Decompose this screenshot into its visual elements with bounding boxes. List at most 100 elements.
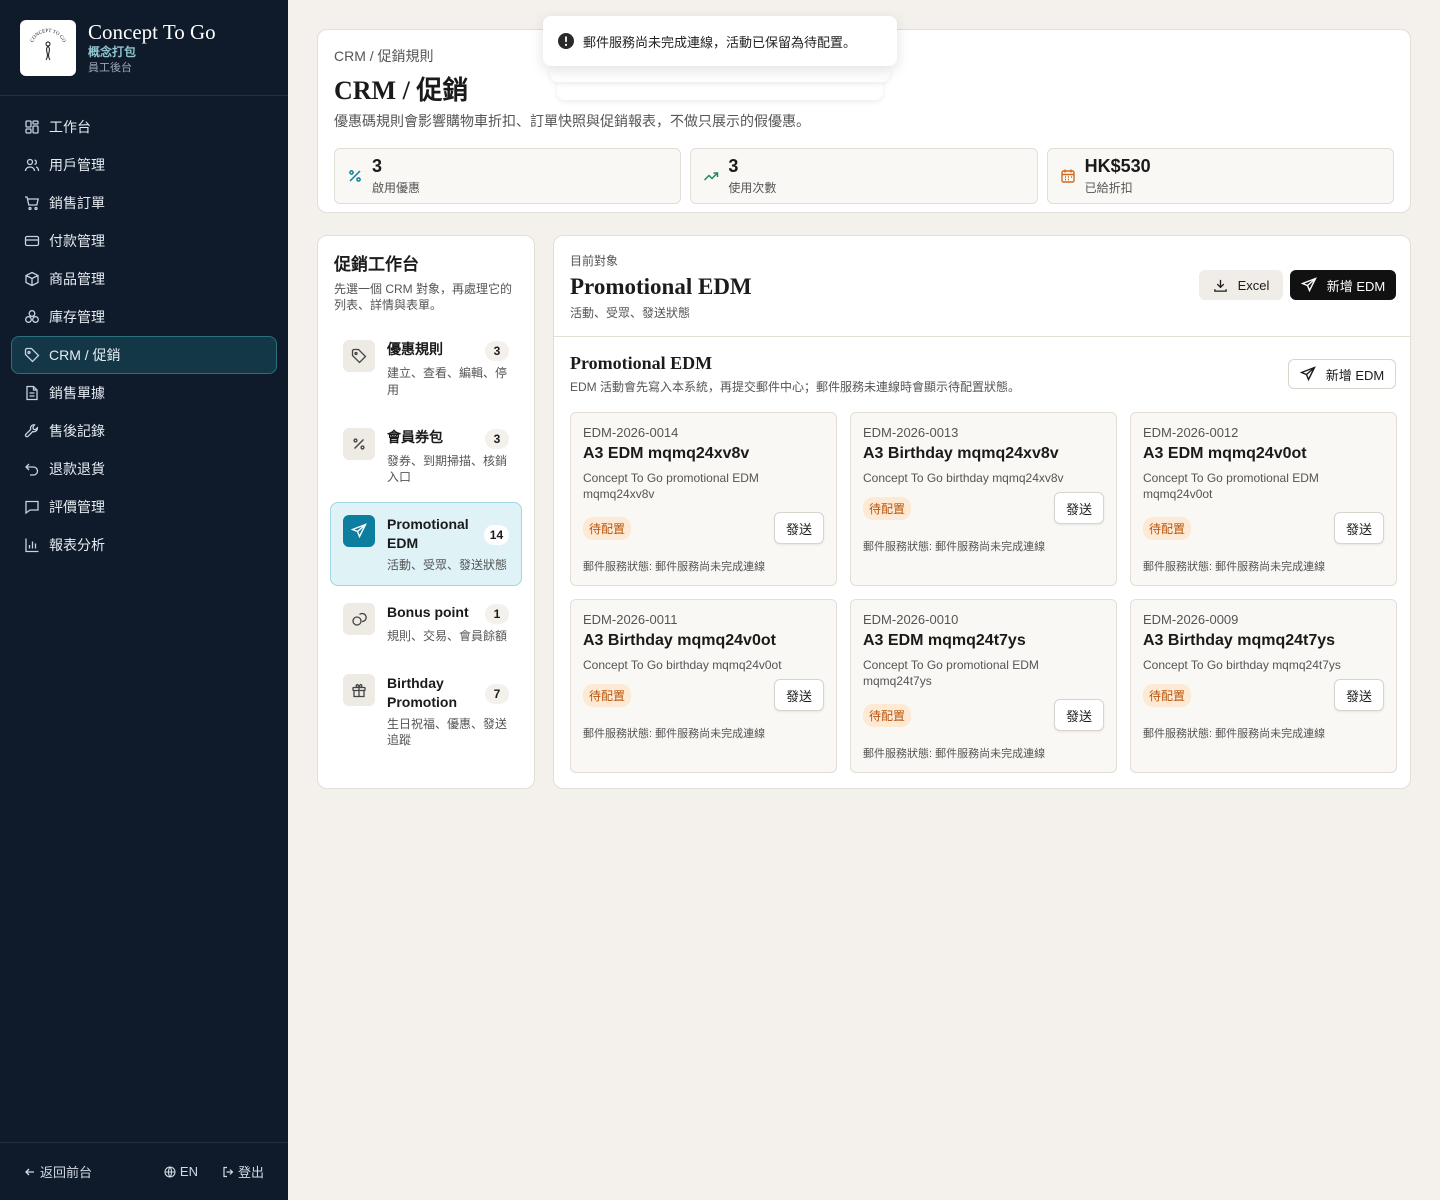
crm-object-bonus-point[interactable]: Bonus point 1 規則、交易、會員餘額 (330, 590, 522, 657)
crm-object-birthday-promotion[interactable]: Birthday Promotion 7 生日祝福、優惠、發送追蹤 (330, 661, 522, 761)
edm-card[interactable]: EDM-2026-0009 A3 Birthday mqmq24t7ys Con… (1130, 599, 1397, 773)
nav-item-sales-documents[interactable]: 銷售單據 (11, 374, 277, 412)
add-edm-label: 新增 EDM (1325, 367, 1385, 383)
add-edm-label: 新增 EDM (1326, 278, 1386, 294)
users-icon (24, 158, 40, 172)
crm-object-promotional-edm[interactable]: Promotional EDM 14 活動、受眾、發送狀態 (330, 502, 522, 587)
crm-object-name: Birthday Promotion (387, 675, 457, 711)
section-description: EDM 活動會先寫入本系統，再提交郵件中心；郵件服務未連線時會顯示待配置狀態。 (570, 380, 1021, 394)
toast-message: 郵件服務尚未完成連線，活動已保留為待配置。 (583, 34, 857, 50)
boxes-icon (25, 310, 39, 323)
brand-name: Concept To Go (88, 20, 216, 45)
logout-button[interactable]: 登出 (222, 1162, 264, 1181)
back-to-storefront-link[interactable]: 返回前台 (24, 1162, 164, 1181)
stat-value: 3 (372, 156, 383, 177)
status-badge: 待配置 (863, 703, 912, 727)
nav-item-crm-promotions[interactable]: CRM / 促銷 (11, 336, 277, 374)
crm-object-coupon-rules[interactable]: 優惠規則 3 建立、查看、編輯、停用 (330, 327, 522, 410)
stat-value: 3 (728, 156, 739, 177)
alert-circle-icon (558, 33, 574, 49)
sidebar-footer: 返回前台 EN 登出 (0, 1142, 288, 1200)
nav-item-reviews[interactable]: 評價管理 (11, 488, 277, 526)
edm-card[interactable]: EDM-2026-0013 A3 Birthday mqmq24xv8v Con… (850, 412, 1117, 586)
cart-icon (25, 196, 40, 211)
nav-item-after-sales[interactable]: 售後記錄 (11, 412, 277, 450)
send-button[interactable]: 發送 (1054, 699, 1104, 732)
percent-icon (343, 427, 375, 460)
nav-item-products[interactable]: 商品管理 (11, 260, 277, 298)
brand-logo[interactable]: CONCEPT TO GO (20, 19, 76, 76)
edm-panel: 目前對象 Promotional EDM 活動、受眾、發送狀態 Excel 新增… (553, 235, 1411, 789)
crm-object-subtitle: 活動、受眾、發送狀態 (387, 557, 508, 572)
nav-item-users[interactable]: 用戶管理 (11, 146, 277, 184)
crm-object-name: Bonus point (387, 604, 469, 621)
nav-item-label: 付款管理 (49, 233, 105, 249)
export-excel-button[interactable]: Excel (1199, 270, 1283, 300)
edm-description: Concept To Go birthday mqmq24xv8v (863, 471, 1064, 485)
logout-icon (223, 1166, 234, 1177)
send-icon (1299, 366, 1316, 382)
box-icon (25, 271, 39, 287)
coins-icon (343, 603, 375, 636)
send-button[interactable]: 發送 (774, 679, 824, 712)
edm-card[interactable]: EDM-2026-0011 A3 Birthday mqmq24v0ot Con… (570, 599, 837, 773)
tag-icon (343, 340, 375, 373)
nav-item-label: 工作台 (49, 119, 91, 135)
edm-card[interactable]: EDM-2026-0012 A3 EDM mqmq24v0ot Concept … (1130, 412, 1397, 586)
crm-object-count: 3 (485, 341, 509, 362)
edm-title: A3 EDM mqmq24t7ys (863, 632, 1026, 649)
crm-object-count: 7 (485, 684, 509, 705)
status-badge: 待配置 (583, 683, 632, 707)
crm-object-name: Promotional EDM (387, 516, 469, 552)
mail-service-status: 郵件服務狀態: 郵件服務尚未完成連線 (583, 561, 766, 574)
nav-item-label: 銷售單據 (49, 385, 105, 401)
mail-service-status: 郵件服務狀態: 郵件服務尚未完成連線 (1143, 728, 1326, 741)
workbench-description: 先選一個 CRM 對象，再處理它的列表、詳情與表單。 (334, 282, 512, 313)
globe-icon (164, 1165, 176, 1178)
nav-item-label: 報表分析 (49, 537, 105, 553)
add-edm-primary-button[interactable]: 新增 EDM (1290, 270, 1396, 300)
send-button[interactable]: 發送 (1334, 512, 1384, 545)
language-toggle[interactable]: EN (164, 1164, 198, 1179)
send-button[interactable]: 發送 (1054, 492, 1104, 525)
nav-item-inventory[interactable]: 庫存管理 (11, 298, 277, 336)
nav-item-payments[interactable]: 付款管理 (11, 222, 277, 260)
edm-id: EDM-2026-0010 (863, 612, 959, 627)
edm-description: Concept To Go promotional EDM mqmq24v0ot (1143, 471, 1319, 502)
document-icon (26, 385, 38, 401)
nav-item-dashboard[interactable]: 工作台 (11, 108, 277, 146)
gift-icon (343, 674, 375, 707)
edm-id: EDM-2026-0011 (583, 612, 678, 627)
edm-card-grid: EDM-2026-0014 A3 EDM mqmq24xv8v Concept … (570, 412, 1397, 773)
nav-item-refunds[interactable]: 退款退貨 (11, 450, 277, 488)
current-target-kicker: 目前對象 (570, 254, 619, 268)
nav-item-reports[interactable]: 報表分析 (11, 526, 277, 564)
page-description: 優惠碼規則會影響購物車折扣、訂單快照與促銷報表，不做只展示的假優惠。 (334, 113, 810, 129)
crm-object-member-coupons[interactable]: 會員券包 3 發券、到期掃描、核銷入口 (330, 415, 522, 498)
language-label: EN (179, 1164, 198, 1179)
edm-id: EDM-2026-0014 (583, 425, 679, 440)
promotion-workbench: 促銷工作台 先選一個 CRM 對象，再處理它的列表、詳情與表單。 優惠規則 3 建… (317, 235, 535, 789)
nav-item-label: 用戶管理 (49, 157, 105, 173)
edm-id: EDM-2026-0009 (1143, 612, 1239, 627)
edm-card[interactable]: EDM-2026-0014 A3 EDM mqmq24xv8v Concept … (570, 412, 837, 586)
stat-value: HK$530 (1084, 156, 1151, 177)
crm-object-list: 優惠規則 3 建立、查看、編輯、停用 會員券包 3 發券、到期掃描、核銷入口 Pro… (330, 327, 522, 761)
workbench-title: 促銷工作台 (334, 255, 419, 274)
edm-id: EDM-2026-0012 (1143, 425, 1239, 440)
edm-card[interactable]: EDM-2026-0010 A3 EDM mqmq24t7ys Concept … (850, 599, 1117, 773)
add-edm-secondary-button[interactable]: 新增 EDM (1288, 359, 1396, 389)
send-button[interactable]: 發送 (774, 512, 824, 545)
crm-object-count: 1 (485, 604, 509, 625)
nav-item-label: 庫存管理 (49, 309, 105, 325)
crm-object-subtitle: 規則、交易、會員餘額 (387, 629, 508, 644)
status-badge: 待配置 (1143, 516, 1192, 540)
status-badge: 待配置 (863, 496, 912, 520)
arrow-left-icon (25, 1168, 34, 1175)
wrench-icon (24, 424, 39, 438)
nav-item-sales-orders[interactable]: 銷售訂單 (11, 184, 277, 222)
status-badge: 待配置 (583, 516, 632, 540)
send-button[interactable]: 發送 (1334, 679, 1384, 712)
send-icon (343, 515, 375, 548)
sidebar-nav: 工作台 用戶管理 銷售訂單 付款管理 商品管理 庫存管理 CRM / 促銷 銷售… (0, 96, 288, 576)
